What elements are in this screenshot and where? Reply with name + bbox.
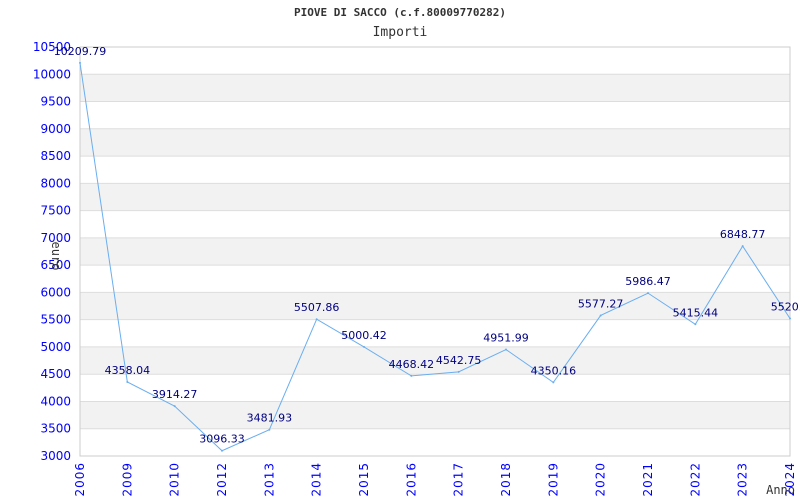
data-label: 5415.44 [673, 306, 719, 319]
data-point [505, 348, 507, 351]
data-point [363, 345, 365, 348]
data-point [268, 428, 271, 431]
y-tick-label: 8500 [40, 149, 71, 163]
data-label: 6848.77 [720, 228, 766, 241]
x-tick-label: 2014 [310, 462, 324, 497]
data-point [741, 245, 744, 248]
grid-band [80, 237, 790, 266]
x-tick-label: 2017 [452, 462, 466, 497]
data-label: 10209.79 [54, 45, 107, 58]
x-tick-label: 2021 [641, 462, 655, 497]
data-label: 4468.42 [389, 358, 435, 371]
y-tick-label: 6000 [40, 285, 71, 299]
data-point [789, 317, 791, 320]
grid-band [80, 183, 790, 211]
data-label: 5577.27 [578, 297, 624, 310]
data-label: 3481.93 [247, 412, 293, 425]
grid-band [80, 74, 790, 102]
data-point [173, 405, 176, 408]
x-tick-label: 2016 [404, 462, 418, 497]
x-tick-label: 2012 [215, 462, 229, 497]
y-tick-label: 4000 [40, 394, 71, 408]
y-tick-label: 8000 [40, 176, 71, 190]
grid-band [80, 128, 790, 157]
data-point [221, 449, 223, 452]
data-label: 3914.27 [152, 388, 198, 401]
y-tick-label: 10000 [33, 67, 71, 81]
data-point [126, 380, 129, 383]
data-label: 5507.86 [294, 301, 340, 314]
y-tick-label: 9500 [40, 95, 71, 109]
data-label: 4350.16 [531, 364, 577, 377]
data-label: 3096.33 [199, 433, 245, 446]
data-point [410, 374, 413, 377]
y-tick-label: 5500 [40, 313, 71, 327]
line-chart: 3000350040004500500055006000650070007500… [33, 40, 800, 497]
data-point [599, 314, 602, 317]
data-label: 4358.04 [105, 364, 151, 377]
x-tick-label: 2010 [168, 462, 182, 497]
y-tick-label: 7500 [40, 204, 71, 218]
data-label: 4542.75 [436, 354, 482, 367]
y-axis-label: euro [49, 242, 63, 271]
data-label: 5986.47 [625, 275, 671, 288]
data-label: 5520.9 [771, 301, 800, 314]
y-tick-label: 4500 [40, 367, 71, 381]
data-point [694, 323, 697, 326]
x-tick-label: 2019 [546, 462, 560, 497]
data-label: 4951.99 [483, 332, 529, 345]
data-point [315, 318, 318, 321]
x-tick-label: 2023 [736, 462, 750, 497]
data-point [79, 61, 81, 64]
y-tick-label: 3500 [40, 422, 71, 436]
x-tick-label: 2015 [357, 462, 371, 497]
data-point [552, 381, 555, 384]
x-tick-label: 2013 [262, 462, 276, 497]
x-axis-label: Anno [766, 483, 795, 497]
x-tick-label: 2022 [688, 462, 702, 497]
x-tick-label: 2009 [120, 462, 134, 497]
y-tick-label: 3000 [40, 449, 71, 463]
x-tick-label: 2018 [499, 462, 513, 497]
data-label: 5000.42 [341, 329, 387, 342]
data-point [457, 370, 460, 373]
y-tick-label: 5000 [40, 340, 71, 354]
y-tick-label: 9000 [40, 122, 71, 136]
grid-band [80, 401, 790, 429]
x-tick-label: 2006 [73, 462, 87, 497]
data-point [647, 292, 649, 295]
x-tick-label: 2020 [594, 462, 608, 497]
